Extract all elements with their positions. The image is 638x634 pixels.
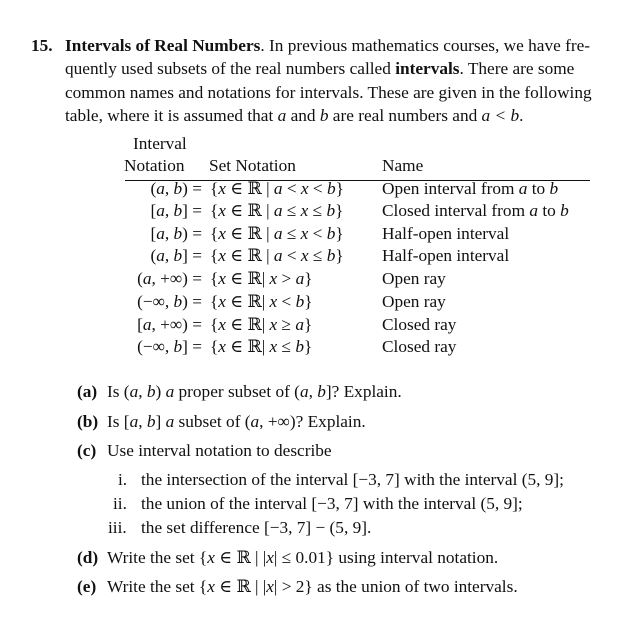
intro-line-4: table, where it is assumed that a and b …: [65, 105, 524, 125]
question-label: (d): [77, 548, 99, 567]
intro-line-3: common names and notations for intervals…: [65, 82, 592, 102]
header-set-notation: Set Notation: [209, 156, 296, 175]
question-label: ii.: [113, 494, 127, 513]
question-label: iii.: [108, 518, 127, 537]
question-text: Use interval notation to describe: [107, 441, 332, 460]
interval-notation: (a, b] =: [150, 246, 202, 265]
problem-number: 15.: [31, 36, 53, 55]
question-label: (c): [77, 441, 97, 460]
set-notation: {x ∈ ℝ | a ≤ x ≤ b}: [210, 201, 344, 220]
interval-notation: (a, b) =: [150, 179, 202, 198]
term-intervals: intervals: [395, 59, 460, 79]
intro-line-1: Intervals of Real Numbers. In previous m…: [65, 36, 591, 55]
header-notation: Notation: [124, 156, 185, 175]
question-text: the union of the interval [−3, 7] with t…: [141, 494, 523, 513]
question-text: Write the set {x ∈ ℝ | |x| > 2} as the u…: [107, 577, 518, 596]
interval-name: Open ray: [382, 269, 446, 288]
set-notation: {x ∈ ℝ | a < x < b}: [210, 179, 344, 198]
question-text: the intersection of the interval [−3, 7]…: [141, 470, 564, 489]
set-notation: {x ∈ ℝ| x ≤ b}: [210, 337, 313, 356]
set-notation: {x ∈ ℝ| x < b}: [210, 292, 313, 311]
question-text: Is (a, b) a proper subset of (a, b]? Exp…: [107, 382, 402, 401]
header-name: Name: [382, 156, 424, 175]
interval-name: Closed ray: [382, 315, 457, 334]
interval-name: Closed interval from a to b: [382, 201, 569, 220]
interval-notation: (−∞, b) =: [137, 292, 202, 311]
set-notation: {x ∈ ℝ | a ≤ x < b}: [210, 224, 344, 243]
question-label: i.: [118, 470, 128, 489]
question-label: (b): [77, 412, 99, 431]
set-notation: {x ∈ ℝ| x > a}: [210, 269, 313, 288]
question-label: (e): [77, 577, 97, 596]
set-notation: {x ∈ ℝ | a < x ≤ b}: [210, 246, 344, 265]
question-label: (a): [77, 382, 98, 401]
question-text: Is [a, b] a subset of (a, +∞)? Explain.: [107, 412, 366, 431]
set-notation: {x ∈ ℝ| x ≥ a}: [210, 315, 313, 334]
interval-notation: [a, +∞) =: [137, 315, 202, 334]
interval-name: Open interval from a to b: [382, 179, 559, 198]
interval-name: Closed ray: [382, 337, 457, 356]
interval-notation: [a, b) =: [150, 224, 202, 243]
interval-name: Open ray: [382, 292, 446, 311]
header-interval: Interval: [133, 134, 187, 153]
intro-line-2: quently used subsets of the real numbers…: [65, 59, 575, 79]
interval-notation: [a, b] =: [150, 201, 202, 220]
question-text: the set difference [−3, 7] − (5, 9].: [141, 518, 372, 537]
problem-title: Intervals of Real Numbers: [65, 36, 261, 55]
interval-notation: (a, +∞) =: [137, 269, 202, 288]
interval-notation: (−∞, b] =: [137, 337, 202, 356]
interval-name: Half-open interval: [382, 224, 510, 243]
interval-name: Half-open interval: [382, 246, 510, 265]
problem-intro: 15. Intervals of Real Numbers. In previo…: [31, 34, 621, 127]
question-text: Write the set {x ∈ ℝ | |x| ≤ 0.01} using…: [107, 548, 499, 567]
